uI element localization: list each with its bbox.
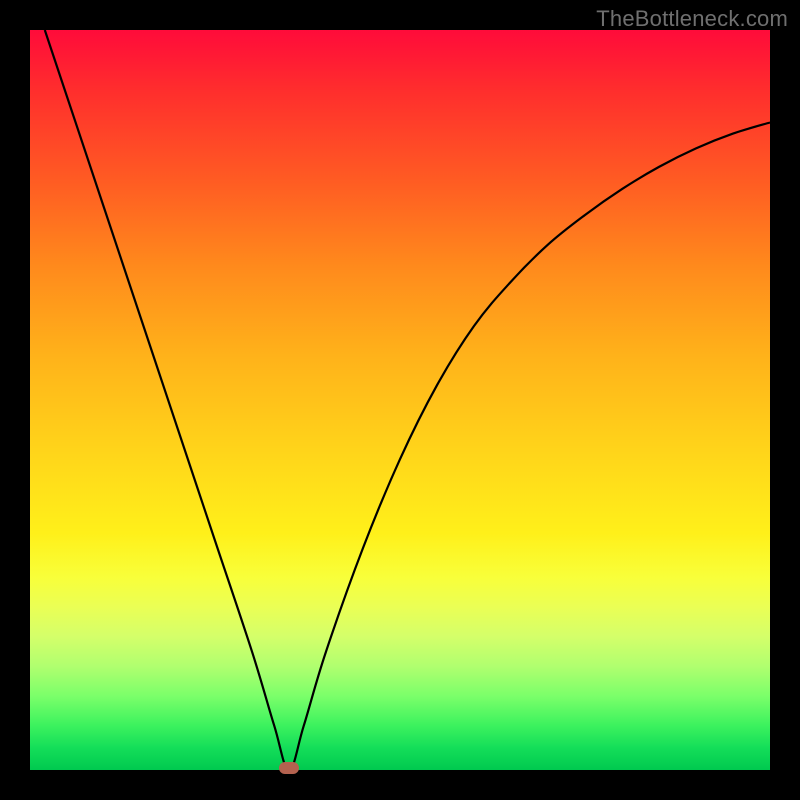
watermark-text: TheBottleneck.com	[596, 6, 788, 32]
chart-plot-area	[30, 30, 770, 770]
curve-path	[45, 30, 770, 770]
bottleneck-curve	[30, 30, 770, 770]
minimum-point-marker	[279, 762, 299, 774]
